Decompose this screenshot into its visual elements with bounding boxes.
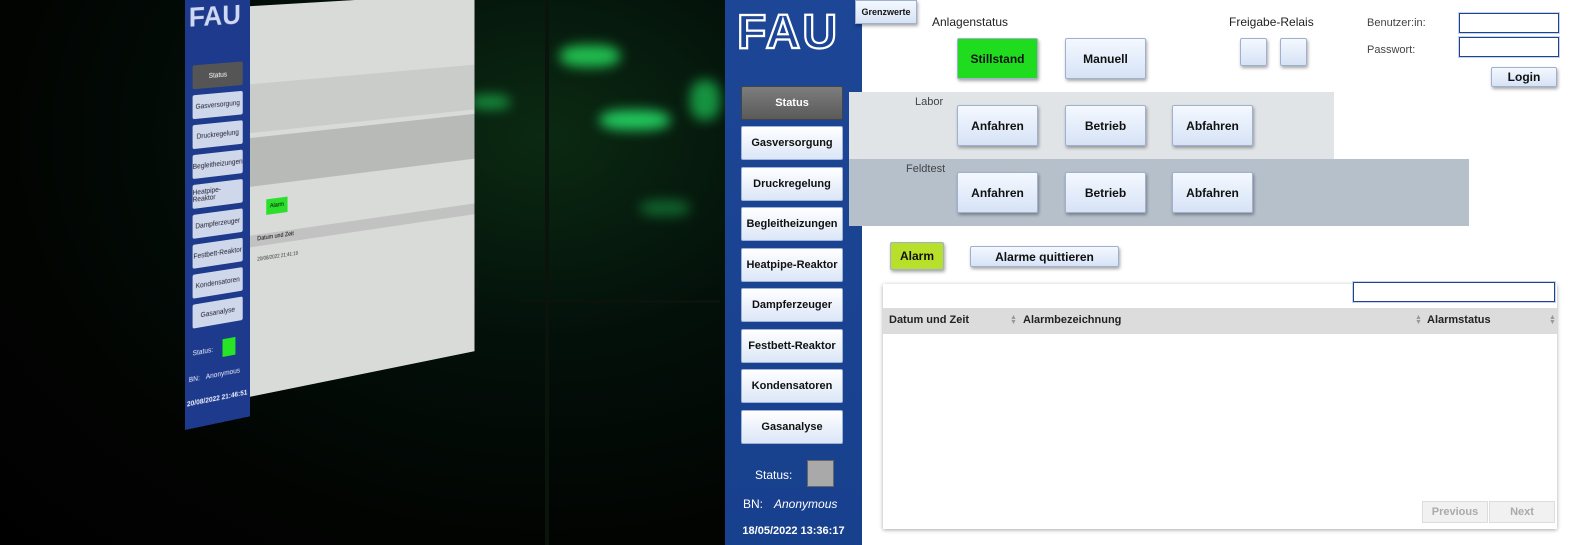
freigabe-relais-toggle-1[interactable] [1240, 38, 1267, 66]
sidebar-item-gasversorgung[interactable]: Gasversorgung [741, 126, 843, 160]
sidebar: FAU Status Gasversorgung Druckregelung Begl… [725, 0, 862, 545]
green-light-glow [560, 45, 620, 67]
alarme-quittieren-button[interactable]: Alarme quittieren [970, 246, 1119, 267]
sidebar-item-kondensatoren[interactable]: Kondensatoren [741, 369, 843, 403]
table-header: Datum und Zeit ▲ ▼ Alarmbezeichnung ▲ ▼ Al… [883, 308, 1557, 334]
alarm-button[interactable]: Alarm [890, 242, 944, 270]
feldtest-abfahren-button[interactable]: Abfahren [1172, 172, 1253, 213]
logo-text: FAU [737, 6, 839, 54]
sidebar-item-status[interactable]: Status [741, 86, 843, 120]
photo-datetime: 20/08/2022 21:46:51 [186, 389, 248, 409]
rack-frame [545, 0, 549, 545]
sidebar-item-druckregelung[interactable]: Druckregelung [741, 167, 843, 201]
sidebar-item-festbett-reaktor[interactable]: Festbett-Reaktor [741, 329, 843, 363]
sidebar-item-dampferzeuger[interactable]: Dampferzeuger [741, 288, 843, 322]
freigabe-relais-label: Freigabe-Relais [1229, 15, 1314, 29]
sort-icon[interactable]: ▲ ▼ [1415, 314, 1422, 326]
photo-nav-item: Begleitheizungen [192, 149, 243, 180]
next-button[interactable]: Next [1489, 501, 1555, 523]
bn-label: BN: [743, 497, 764, 511]
photo-nav-item: Gasanalyse [192, 296, 243, 329]
login-button[interactable]: Login [1491, 67, 1557, 87]
sidebar-item-begleitheizungen[interactable]: Begleitheizungen [741, 207, 843, 241]
photo-nav-item: Festbett-Reaktor [192, 237, 243, 269]
bn-value: Anonymous [774, 497, 838, 511]
user-input[interactable] [1459, 13, 1559, 33]
photo-nav-item: Druckregelung [192, 120, 243, 150]
alarm-table: Datum und Zeit ▲ ▼ Alarmbezeichnung ▲ ▼ Al… [883, 282, 1557, 529]
green-light-glow [600, 110, 670, 130]
photo-bn-value: Anonymous [205, 367, 240, 381]
rack-frame [520, 300, 720, 303]
photo-logo: FAU [188, 0, 241, 33]
datetime: 18/05/2022 13:36:17 [742, 525, 845, 537]
labor-betrieb-button[interactable]: Betrieb [1065, 105, 1146, 146]
fau-logo: FAU [736, 6, 839, 54]
sidebar-item-gasanalyse[interactable]: Gasanalyse [741, 410, 843, 444]
sidebar-item-heatpipe-reaktor[interactable]: Heatpipe-Reaktor [741, 248, 843, 282]
photo-bn-label: BN: [188, 375, 200, 385]
photo-nav-item: Gasversorgung [192, 90, 243, 120]
column-header-alarmbezeichnung[interactable]: Alarmbezeichnung [1023, 314, 1121, 326]
freigabe-relais-toggle-2[interactable] [1280, 38, 1307, 66]
anlagenstatus-label: Anlagenstatus [932, 15, 1009, 29]
photo-nav-item: Heatpipe-Reaktor [192, 178, 243, 210]
grenzwerte-tab[interactable]: Grenzwerte [855, 0, 917, 24]
status-label: Status: [755, 468, 793, 482]
photo-status-indicator [222, 336, 236, 358]
user-label: Benutzer:in: [1367, 17, 1426, 29]
previous-button[interactable]: Previous [1422, 501, 1488, 523]
feldtest-betrieb-button[interactable]: Betrieb [1065, 172, 1146, 213]
monitor-screen: FAU Status Gasversorgung Druckregelung B… [185, 0, 490, 430]
password-input[interactable] [1459, 37, 1559, 57]
green-light-glow [690, 80, 720, 120]
table-search-input[interactable] [1353, 282, 1555, 302]
labor-anfahren-button[interactable]: Anfahren [957, 105, 1038, 146]
app-window: FAU Status Gasversorgung Druckregelung Begl… [725, 0, 1590, 545]
green-light-glow [640, 200, 690, 216]
feldtest-label: Feldtest [906, 163, 946, 175]
password-label: Passwort: [1367, 44, 1416, 56]
column-header-datetime[interactable]: Datum und Zeit [889, 314, 969, 326]
column-header-alarmstatus[interactable]: Alarmstatus [1427, 314, 1491, 326]
labor-abfahren-button[interactable]: Abfahren [1172, 105, 1253, 146]
feldtest-anfahren-button[interactable]: Anfahren [957, 172, 1038, 213]
status-indicator [807, 460, 834, 487]
photo-alarm-button: Alarm [266, 196, 288, 215]
labor-label: Labor [915, 96, 944, 108]
sort-icon[interactable]: ▲ ▼ [1010, 314, 1017, 326]
manuell-button[interactable]: Manuell [1065, 38, 1146, 79]
photo-table-cell: 20/08/2022 21:41:19 [257, 250, 299, 263]
sort-icon[interactable]: ▲ ▼ [1549, 314, 1556, 326]
photo-nav-item: Kondensatoren [192, 267, 243, 299]
photo-sidebar: FAU Status Gasversorgung Druckregelung B… [185, 0, 251, 430]
stillstand-button[interactable]: Stillstand [957, 38, 1038, 79]
photo-nav-item: Dampferzeuger [192, 208, 243, 239]
photo-status-label: Status: [192, 346, 214, 358]
photo-nav-item: Status [192, 61, 243, 90]
photo-main-panel: Alarm Datum und Zeit 20/08/2022 21:41:19 [250, 0, 475, 397]
photo-of-monitor: FAU Status Gasversorgung Druckregelung B… [0, 0, 725, 545]
